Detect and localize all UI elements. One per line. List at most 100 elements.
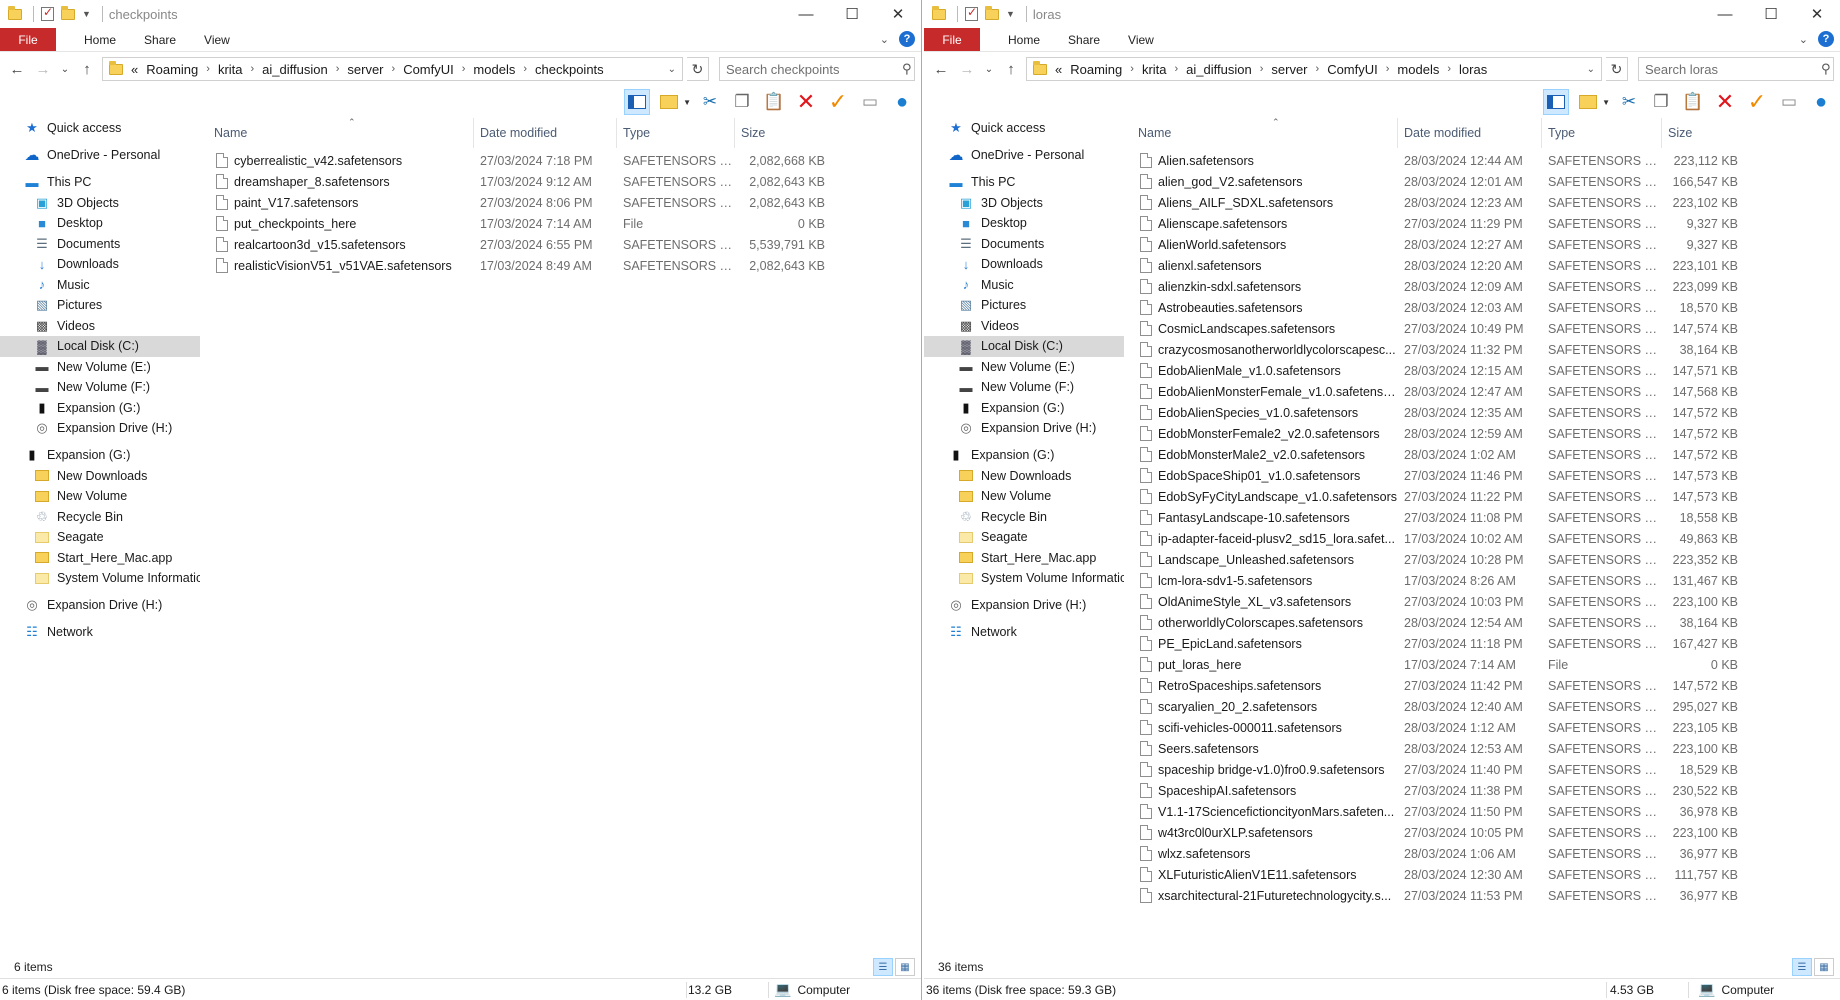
large-icons-view-icon[interactable]: ▦ (1814, 958, 1834, 976)
help-icon[interactable]: ? (899, 31, 915, 47)
file-row[interactable]: wlxz.safetensors 28/03/2024 1:06 AM SAFETE… (1136, 843, 1840, 864)
navigation-pane-toggle-button[interactable] (624, 89, 651, 115)
chevron-down-icon[interactable]: ▼ (1602, 98, 1610, 107)
sidebar-item[interactable]: ♲ Recycle Bin (0, 507, 200, 528)
tab-home[interactable]: Home (994, 28, 1054, 51)
file-row[interactable]: EdobAlienSpecies_v1.0.safetensors 28/03/2… (1136, 402, 1840, 423)
maximize-button[interactable]: ☐ (829, 0, 875, 28)
file-row[interactable]: EdobMonsterFemale2_v2.0.safetensors 28/03… (1136, 423, 1840, 444)
expand-ribbon-chevron-icon[interactable]: ⌄ (880, 33, 889, 46)
file-row[interactable]: EdobAlienMale_v1.0.safetensors 28/03/2024… (1136, 360, 1840, 381)
file-row[interactable]: EdobAlienMonsterFemale_v1.0.safetensors 2… (1136, 381, 1840, 402)
file-row[interactable]: xsarchitectural-21Futuretechnologycity.s… (1136, 885, 1840, 906)
column-size-header[interactable]: Size (1662, 118, 1748, 148)
close-button[interactable]: ✕ (1794, 0, 1840, 28)
breadcrumb-item[interactable]: server (1271, 62, 1307, 77)
file-row[interactable]: lcm-lora-sdv1-5.safetensors 17/03/2024 8:… (1136, 570, 1840, 591)
breadcrumb-item[interactable]: loras (1459, 62, 1487, 77)
column-date-header[interactable]: Date modified (1398, 118, 1542, 148)
help-icon[interactable]: ? (1818, 31, 1834, 47)
tab-file[interactable]: File (0, 28, 56, 51)
recent-locations-chevron-icon[interactable]: ⌄ (58, 57, 72, 81)
rename-icon[interactable]: ▭ (857, 89, 883, 115)
column-date-header[interactable]: Date modified (474, 118, 617, 148)
new-folder-icon[interactable] (985, 5, 999, 20)
sidebar-item[interactable]: ◎ Expansion Drive (H:) (924, 595, 1124, 616)
tab-home[interactable]: Home (70, 28, 130, 51)
file-row[interactable]: AlienWorld.safetensors 28/03/2024 12:27 A… (1136, 234, 1840, 255)
file-row[interactable]: realcartoon3d_v15.safetensors 27/03/2024 … (212, 234, 921, 255)
sidebar-item[interactable]: ▓ Local Disk (C:) (924, 336, 1124, 357)
address-dropdown-chevron-icon[interactable]: ⌄ (668, 64, 676, 75)
sidebar-item[interactable]: ☁ OneDrive - Personal (924, 145, 1124, 166)
file-row[interactable]: alienxl.safetensors 28/03/2024 12:20 AM SA… (1136, 255, 1840, 276)
sidebar-item[interactable]: ▩ Videos (0, 316, 200, 337)
sidebar-item[interactable]: ▮ Expansion (G:) (0, 398, 200, 419)
file-row[interactable]: RetroSpaceships.safetensors 27/03/2024 11… (1136, 675, 1840, 696)
file-row[interactable]: w4t3rc0l0urXLP.safetensors 27/03/2024 10:… (1136, 822, 1840, 843)
tab-view[interactable]: View (190, 28, 244, 51)
file-row[interactable]: spaceship bridge-v1.0)fro0.9.safetensors… (1136, 759, 1840, 780)
file-row[interactable]: Aliens_AILF_SDXL.safetensors 28/03/2024 1… (1136, 192, 1840, 213)
sidebar-item[interactable]: ◎ Expansion Drive (H:) (924, 418, 1124, 439)
file-row[interactable]: realisticVisionV51_v51VAE.safetensors 17/… (212, 255, 921, 276)
sidebar-item[interactable]: ▬ This PC (0, 172, 200, 193)
sidebar-item[interactable]: ▬ New Volume (F:) (0, 377, 200, 398)
chevron-right-icon[interactable]: › (206, 63, 210, 75)
sidebar-item[interactable]: ☰ Documents (924, 234, 1124, 255)
sidebar-item[interactable]: New Volume (0, 486, 200, 507)
new-folder-button[interactable] (1575, 89, 1601, 115)
chevron-right-icon[interactable]: › (1386, 63, 1390, 75)
minimize-button[interactable]: — (783, 0, 829, 28)
sidebar-item[interactable]: New Downloads (0, 466, 200, 487)
chevron-right-icon[interactable]: › (1175, 63, 1179, 75)
copy-icon[interactable]: ❐ (1648, 89, 1674, 115)
new-folder-icon[interactable] (61, 5, 75, 20)
chevron-right-icon[interactable]: › (523, 63, 527, 75)
file-row[interactable]: put_loras_here 17/03/2024 7:14 AM File 0 KB (1136, 654, 1840, 675)
search-box[interactable]: ⚲ (1638, 57, 1834, 81)
delete-icon[interactable]: ✕ (1712, 89, 1738, 115)
file-row[interactable]: EdobSpaceShip01_v1.0.safetensors 27/03/20… (1136, 465, 1840, 486)
sidebar-item[interactable]: ▬ New Volume (E:) (924, 357, 1124, 378)
breadcrumb-item[interactable]: server (347, 62, 383, 77)
sidebar-item[interactable]: Seagate (0, 527, 200, 548)
sidebar-item[interactable]: ♪ Music (0, 275, 200, 296)
chevron-right-icon[interactable]: › (392, 63, 396, 75)
properties-icon[interactable] (41, 5, 54, 21)
sidebar-item[interactable]: New Volume (924, 486, 1124, 507)
search-icon[interactable]: ⚲ (1821, 61, 1831, 77)
sidebar-item[interactable]: ♲ Recycle Bin (924, 507, 1124, 528)
globe-icon[interactable]: ● (1808, 89, 1834, 115)
refresh-icon[interactable]: ↻ (687, 57, 709, 81)
tab-share[interactable]: Share (1054, 28, 1114, 51)
column-type-header[interactable]: Type (1542, 118, 1662, 148)
file-row[interactable]: CosmicLandscapes.safetensors 27/03/2024 1… (1136, 318, 1840, 339)
close-button[interactable]: ✕ (875, 0, 921, 28)
breadcrumb-overflow[interactable]: « (131, 62, 138, 77)
file-row[interactable]: ip-adapter-faceid-plusv2_sd15_lora.safet… (1136, 528, 1840, 549)
chevron-right-icon[interactable]: › (336, 63, 340, 75)
search-box[interactable]: ⚲ (719, 57, 915, 81)
minimize-button[interactable]: — (1702, 0, 1748, 28)
sidebar-item[interactable]: ▣ 3D Objects (0, 193, 200, 214)
sidebar-item[interactable]: System Volume Informatic (0, 568, 200, 589)
search-icon[interactable]: ⚲ (902, 61, 912, 77)
search-input[interactable] (1645, 61, 1821, 77)
tab-file[interactable]: File (924, 28, 980, 51)
back-arrow-icon[interactable]: ← (930, 57, 952, 81)
search-input[interactable] (726, 61, 902, 77)
sidebar-item[interactable]: ☷ Network (0, 622, 200, 643)
sidebar-item[interactable]: Start_Here_Mac.app (924, 548, 1124, 569)
customize-quick-access-chevron-icon[interactable]: ▼ (82, 9, 91, 19)
column-name-header[interactable]: Name (212, 118, 474, 148)
breadcrumb-item[interactable]: ComfyUI (403, 62, 454, 77)
paste-icon[interactable]: 📋 (761, 89, 787, 115)
refresh-icon[interactable]: ↻ (1606, 57, 1628, 81)
sidebar-item[interactable]: ▬ This PC (924, 172, 1124, 193)
sidebar-item[interactable]: ◎ Expansion Drive (H:) (0, 595, 200, 616)
recent-locations-chevron-icon[interactable]: ⌄ (982, 57, 996, 81)
breadcrumb-item[interactable]: krita (218, 62, 243, 77)
cut-icon[interactable]: ✂ (1616, 89, 1642, 115)
sidebar-item[interactable]: ★ Quick access (0, 118, 200, 139)
